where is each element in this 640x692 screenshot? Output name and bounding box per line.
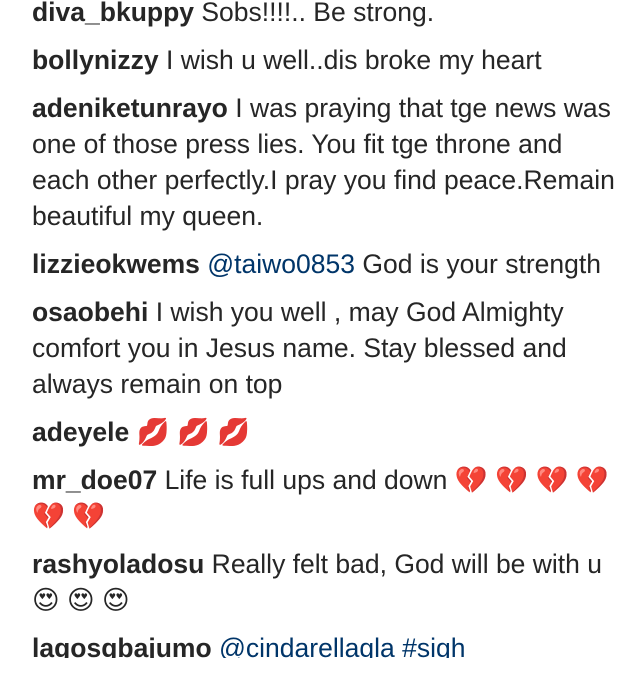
comment-username[interactable]: adeyele [32, 417, 129, 447]
comment-username[interactable]: rashyoladosu [32, 549, 204, 579]
comment-username[interactable]: adeniketunrayo [32, 93, 228, 123]
comment-text: Sobs!!!!.. Be strong. [194, 0, 435, 27]
comment-item: adeyele 💋 💋 💋 [32, 414, 622, 450]
comment-item: rashyoladosu Really felt bad, God will b… [32, 546, 622, 618]
comment-item: lizzieokwems @taiwo0853 God is your stre… [32, 246, 622, 282]
comment-item: lagosgbajumo @cindarellagla #sigh [32, 630, 622, 658]
comment-hashtag[interactable]: #sigh [402, 633, 465, 658]
comment-username[interactable]: mr_doe07 [32, 465, 157, 495]
comments-list: diva_bkuppy Sobs!!!!.. Be strong. bollyn… [32, 0, 622, 670]
comment-username[interactable]: osaobehi [32, 297, 148, 327]
comment-item: adeniketunrayo I was praying that tge ne… [32, 90, 622, 234]
comment-item: diva_bkuppy Sobs!!!!.. Be strong. [32, 0, 622, 30]
comment-text: 💋 💋 💋 [129, 417, 251, 447]
comment-username[interactable]: bollynizzy [32, 45, 159, 75]
comment-username[interactable]: lagosgbajumo [32, 633, 212, 658]
comment-username[interactable]: lizzieokwems [32, 249, 200, 279]
comment-text: God is your strength [355, 249, 601, 279]
comment-username[interactable]: diva_bkuppy [32, 0, 194, 27]
comment-text: I wish u well..dis broke my heart [158, 45, 542, 75]
comment-item: mr_doe07 Life is full ups and down 💔 💔 💔… [32, 462, 622, 534]
comment-mention[interactable]: @cindarellagla [219, 633, 395, 658]
comment-mention[interactable]: @taiwo0853 [207, 249, 355, 279]
comment-item: osaobehi I wish you well , may God Almig… [32, 294, 622, 402]
comment-item: bollynizzy I wish u well..dis broke my h… [32, 42, 622, 78]
